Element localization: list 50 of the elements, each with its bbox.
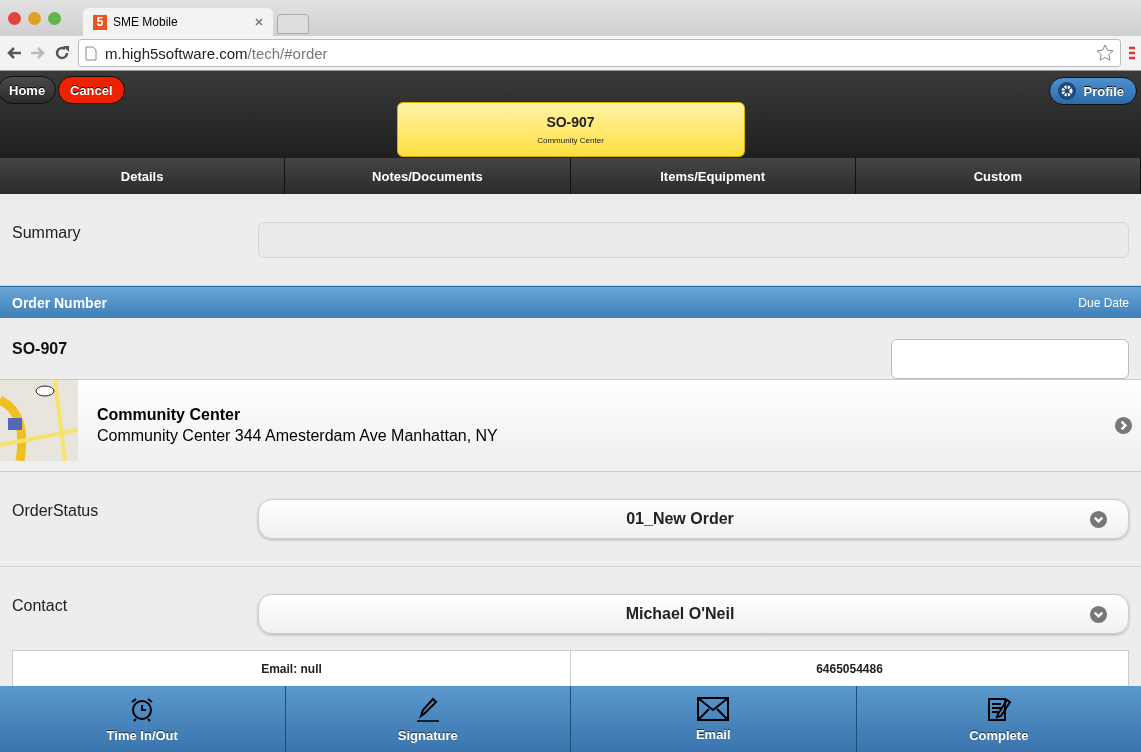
pen-icon xyxy=(414,695,441,722)
order-subtitle: Community Center xyxy=(537,136,604,145)
chevron-right-icon xyxy=(1114,416,1133,435)
chevron-down-icon xyxy=(1089,604,1108,624)
order-number: SO-907 xyxy=(12,340,68,359)
url-host: m.high5software.com xyxy=(105,44,248,62)
order-status-select[interactable]: 01_New Order xyxy=(258,499,1129,539)
cancel-button[interactable]: Cancel xyxy=(58,76,125,104)
chevron-down-icon xyxy=(1089,509,1108,529)
envelope-icon xyxy=(697,696,730,721)
forward-icon[interactable] xyxy=(30,46,46,60)
location-address: Community Center 344 Amesterdam Ave Manhattan, NY xyxy=(97,427,499,445)
footer-button[interactable]: Signature xyxy=(285,686,571,752)
close-window-button[interactable] xyxy=(8,11,21,25)
order-title: SO-907 xyxy=(546,114,595,130)
new-tab-button[interactable] xyxy=(277,14,309,34)
profile-button[interactable]: Profile xyxy=(1048,77,1137,105)
contact-select[interactable]: Michael O'Neil xyxy=(258,594,1129,634)
location-name: Community Center xyxy=(97,406,242,424)
back-icon[interactable] xyxy=(6,46,22,60)
page-icon xyxy=(85,45,97,61)
star-icon[interactable] xyxy=(1096,44,1114,62)
tab[interactable]: Notes/Documents xyxy=(285,158,571,194)
tab[interactable]: Details xyxy=(0,158,286,194)
address-bar[interactable]: m.high5software.com/tech/#order xyxy=(78,39,1121,67)
menu-icon[interactable] xyxy=(1129,46,1135,60)
location-item[interactable]: Community Center Community Center 344 Amesterdam Ave Manhattan, NY xyxy=(0,380,1141,472)
footer-button[interactable]: Time In/Out xyxy=(0,686,286,752)
tab[interactable]: Custom xyxy=(855,158,1141,194)
email-cell-text: Email: null xyxy=(260,661,323,678)
tab[interactable]: Items/Equipment xyxy=(570,158,856,194)
notepad-pencil-icon xyxy=(985,695,1012,722)
reload-icon[interactable] xyxy=(54,45,70,61)
summary-field[interactable] xyxy=(258,222,1129,258)
url-path: /tech/#order xyxy=(247,44,328,62)
due-date-field[interactable] xyxy=(891,339,1129,379)
order-status-label: OrderStatus xyxy=(12,501,100,521)
summary-label: Summary xyxy=(12,223,82,243)
footer-button[interactable]: Email xyxy=(571,686,857,752)
contact-label: Contact xyxy=(12,596,69,616)
order-number-heading: Order Number xyxy=(12,294,107,311)
footer-button[interactable]: Complete xyxy=(856,686,1141,752)
due-date-heading: Due Date xyxy=(1078,295,1129,310)
minimize-window-button[interactable] xyxy=(28,11,41,25)
home-button[interactable]: Home xyxy=(0,76,57,104)
favicon: 5 xyxy=(93,14,107,30)
zoom-window-button[interactable] xyxy=(48,11,61,25)
browser-tab[interactable]: 5 SME Mobile xyxy=(83,8,273,36)
settings-icon xyxy=(1057,82,1076,100)
close-icon[interactable] xyxy=(255,18,263,26)
